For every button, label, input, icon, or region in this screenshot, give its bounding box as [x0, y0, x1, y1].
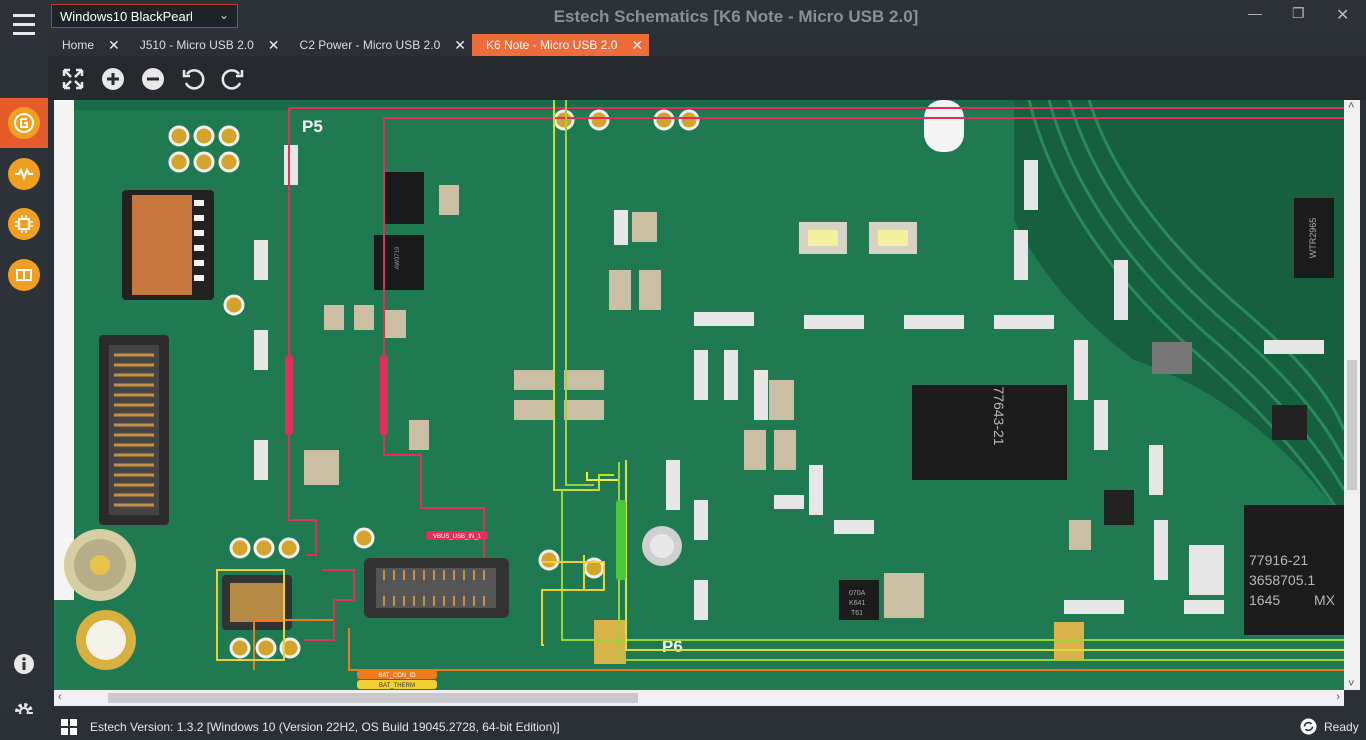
sidebar-item-schematics[interactable] [8, 107, 40, 139]
rotate-left-button[interactable] [180, 66, 206, 92]
horizontal-scrollbar[interactable]: ‹ › [54, 690, 1344, 706]
close-tab-icon[interactable]: ✕ [631, 37, 643, 54]
info-icon[interactable] [12, 652, 36, 681]
chip-label: 1645 [1249, 592, 1280, 608]
hamburger-icon [13, 11, 35, 38]
chip-label: K641 [849, 600, 865, 607]
scroll-down-icon[interactable]: ˅ [1348, 678, 1354, 690]
chip-label: 77916-21 [1249, 552, 1308, 568]
resistor-icon [15, 167, 33, 181]
net-label: BAT_THERM [379, 683, 415, 689]
net-label: BAT_CON_ID [378, 673, 416, 679]
chip-label: 77643-21 [991, 386, 1007, 445]
plus-circle-icon [102, 68, 124, 90]
tab-label: K6 Note - Micro USB 2.0 [485, 38, 618, 52]
board-icon [16, 269, 32, 281]
sync-icon [1300, 718, 1317, 738]
title-bar: Windows10 BlackPearl ⌄ Estech Schematics… [0, 0, 1366, 34]
chip-label: MX [1314, 592, 1336, 608]
status-bar: Estech Version: 1.3.2 [Windows 10 (Versi… [0, 714, 1366, 740]
chip-label: 3658705.1 [1249, 572, 1315, 588]
tab-label: Home [62, 38, 95, 52]
zoom-in-button[interactable] [100, 66, 126, 92]
tab-label: C2 Power - Micro USB 2.0 [299, 38, 441, 52]
close-tab-icon[interactable]: ✕ [268, 37, 280, 54]
chip-label: T61 [851, 610, 863, 617]
pcb-board-view[interactable]: AW3719 77643-21 77916-21 3658705.1 1645 … [54, 100, 1344, 690]
net-label: VBUS_USB_IN_1 [433, 534, 482, 540]
toolbar [48, 56, 1366, 100]
scroll-thumb[interactable] [108, 693, 638, 703]
tab-c2-power[interactable]: C2 Power - Micro USB 2.0 ✕ [286, 34, 472, 56]
minimize-button[interactable]: — [1248, 5, 1262, 21]
scroll-up-icon[interactable]: ˄ [1348, 100, 1354, 112]
zoom-out-button[interactable] [140, 66, 166, 92]
windows-logo-icon [61, 719, 77, 738]
pcb-image: AW3719 77643-21 77916-21 3658705.1 1645 … [54, 100, 1344, 690]
tab-home[interactable]: Home ✕ [48, 34, 126, 56]
sidebar-item-layout[interactable] [8, 259, 40, 291]
logo-g-icon [14, 113, 34, 133]
scroll-left-icon[interactable]: ‹ [58, 691, 62, 703]
sidebar-item-circuits[interactable] [8, 208, 40, 240]
rotate-right-icon [221, 69, 244, 90]
minus-circle-icon [142, 68, 164, 90]
chip-icon [15, 215, 33, 233]
window-title: Estech Schematics [K6 Note - Micro USB 2… [553, 7, 919, 26]
scroll-thumb[interactable] [1347, 360, 1357, 490]
scroll-right-icon[interactable]: › [1336, 691, 1340, 703]
rotate-right-button[interactable] [220, 66, 246, 92]
close-tab-icon[interactable]: ✕ [108, 37, 120, 54]
close-tab-icon[interactable]: ✕ [454, 37, 466, 54]
status-text: Ready [1324, 720, 1359, 734]
tab-bar: Home ✕ J510 - Micro USB 2.0 ✕ C2 Power - M… [48, 34, 650, 56]
close-window-button[interactable]: ✕ [1336, 5, 1349, 25]
fit-screen-button[interactable] [60, 66, 86, 92]
chip-label: 070A [849, 590, 866, 597]
sidebar [0, 48, 48, 721]
vertical-scrollbar[interactable]: ˄ ˅ [1344, 100, 1360, 690]
sidebar-item-components[interactable] [8, 158, 40, 190]
tab-label: J510 - Micro USB 2.0 [139, 38, 254, 52]
rotate-left-icon [182, 69, 205, 90]
tab-k6-note[interactable]: K6 Note - Micro USB 2.0 ✕ [471, 34, 650, 56]
svg-text:AW3719: AW3719 [395, 246, 401, 269]
version-text: Estech Version: 1.3.2 [Windows 10 (Versi… [90, 720, 560, 734]
board-label: P5 [302, 117, 323, 136]
expand-icon [62, 68, 84, 90]
chip-label: WTR2965 [1308, 218, 1318, 259]
menu-button[interactable] [0, 0, 48, 48]
tab-j510[interactable]: J510 - Micro USB 2.0 ✕ [126, 34, 286, 56]
maximize-button[interactable]: ❐ [1292, 5, 1305, 22]
